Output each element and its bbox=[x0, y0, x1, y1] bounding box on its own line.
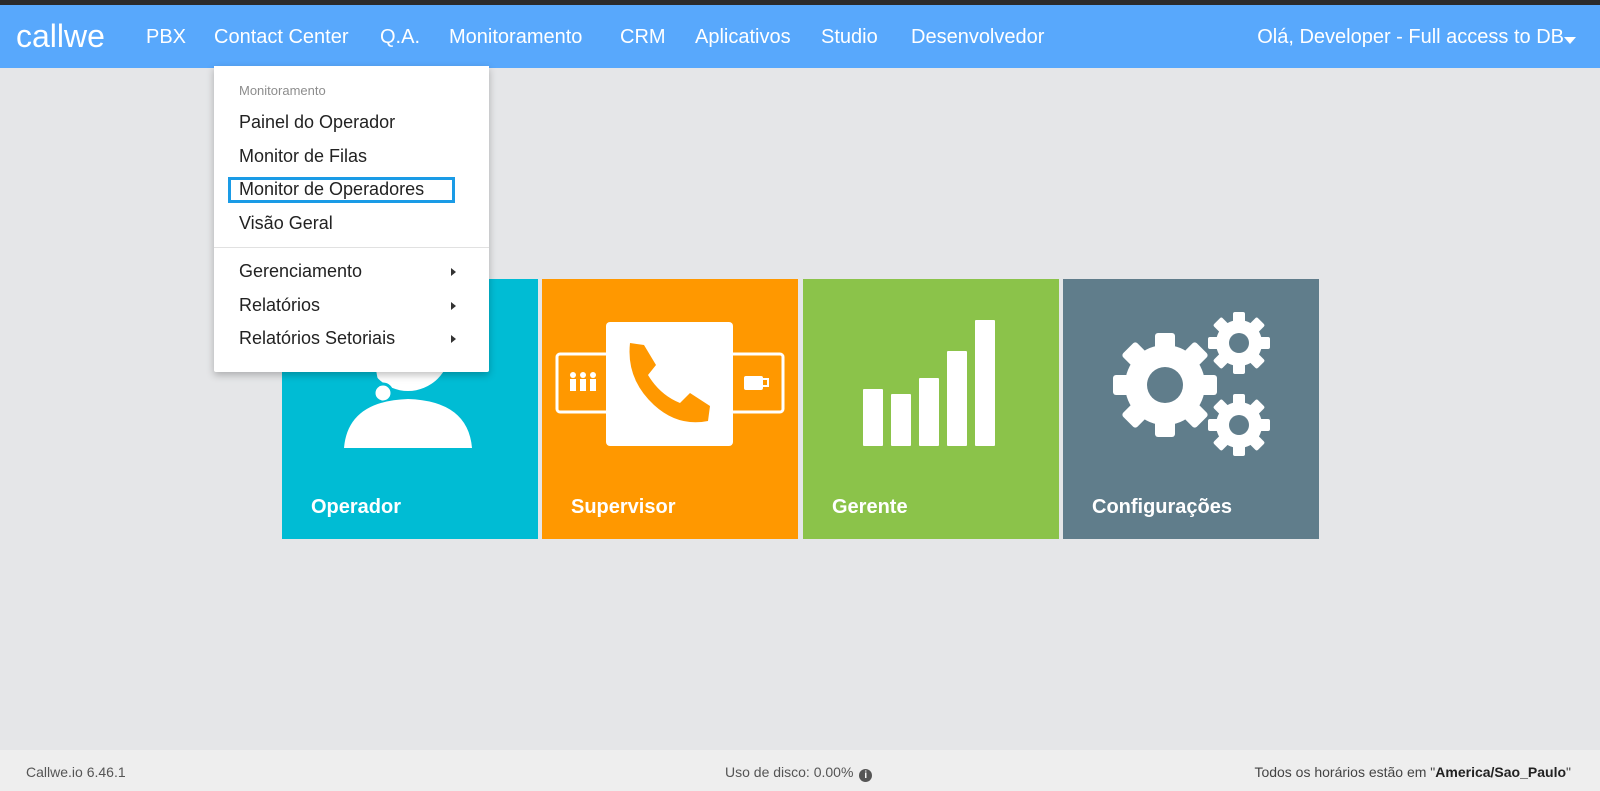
chevron-right-icon bbox=[451, 268, 456, 276]
menu-item-painel-do-operador[interactable]: Painel do Operador bbox=[239, 112, 395, 133]
top-navbar: callwe PBX Contact Center Q.A. Monitoram… bbox=[0, 5, 1600, 68]
info-icon[interactable]: i bbox=[859, 769, 873, 782]
chevron-right-icon bbox=[451, 335, 456, 343]
menu-item-monitor-de-filas[interactable]: Monitor de Filas bbox=[239, 146, 367, 167]
logo-text: callwe bbox=[16, 19, 105, 54]
menu-item-relatorios-setoriais[interactable]: Relatórios Setoriais bbox=[239, 328, 395, 349]
tile-label-gerente: Gerente bbox=[832, 496, 908, 518]
dropdown-header: Monitoramento bbox=[239, 83, 326, 98]
nav-crm[interactable]: CRM bbox=[620, 26, 666, 49]
nav-monitoramento[interactable]: Monitoramento bbox=[449, 26, 582, 49]
callwe-logo[interactable]: callwe bbox=[16, 19, 116, 55]
nav-pbx[interactable]: PBX bbox=[146, 26, 186, 49]
nav-aplicativos[interactable]: Aplicativos bbox=[695, 26, 791, 49]
disk-usage-text: Uso de disco: 0.00% bbox=[725, 764, 854, 780]
nav-qa[interactable]: Q.A. bbox=[380, 26, 420, 49]
tile-label-configuracoes: Configurações bbox=[1092, 496, 1233, 518]
monitoramento-dropdown-menu: Monitoramento Painel do Operador Monitor… bbox=[214, 66, 489, 372]
timezone-text: Todos os horários estão em "America/Sao_… bbox=[1254, 764, 1571, 780]
disk-usage: Uso de disco: 0.00% i bbox=[725, 764, 873, 782]
tile-label-supervisor: Supervisor bbox=[571, 496, 676, 518]
version-text: Callwe.io 6.46.1 bbox=[26, 764, 126, 780]
tile-supervisor[interactable]: Supervisor bbox=[542, 279, 798, 539]
tile-gerente[interactable]: Gerente bbox=[803, 279, 1059, 539]
nav-desenvolvedor[interactable]: Desenvolvedor bbox=[911, 26, 1044, 49]
menu-item-gerenciamento[interactable]: Gerenciamento bbox=[239, 261, 362, 282]
nav-studio[interactable]: Studio bbox=[821, 26, 878, 49]
timezone-suffix: " bbox=[1566, 764, 1571, 780]
footer: Callwe.io 6.46.1 Uso de disco: 0.00% i T… bbox=[0, 750, 1600, 791]
tile-configuracoes[interactable]: Configurações bbox=[1063, 279, 1319, 539]
menu-item-visao-geral[interactable]: Visão Geral bbox=[239, 213, 333, 234]
timezone-prefix: Todos os horários estão em " bbox=[1254, 764, 1436, 780]
timezone-value: America/Sao_Paulo bbox=[1435, 764, 1567, 780]
chevron-down-icon[interactable] bbox=[1564, 37, 1576, 44]
user-menu-label[interactable]: Olá, Developer - Full access to DB bbox=[1257, 26, 1564, 49]
nav-contact-center[interactable]: Contact Center bbox=[214, 26, 349, 49]
dropdown-divider bbox=[214, 247, 489, 248]
tile-label-operador: Operador bbox=[311, 496, 402, 518]
chevron-right-icon bbox=[451, 302, 456, 310]
menu-item-monitor-de-operadores[interactable]: Monitor de Operadores bbox=[239, 179, 424, 200]
menu-item-relatorios[interactable]: Relatórios bbox=[239, 295, 320, 316]
